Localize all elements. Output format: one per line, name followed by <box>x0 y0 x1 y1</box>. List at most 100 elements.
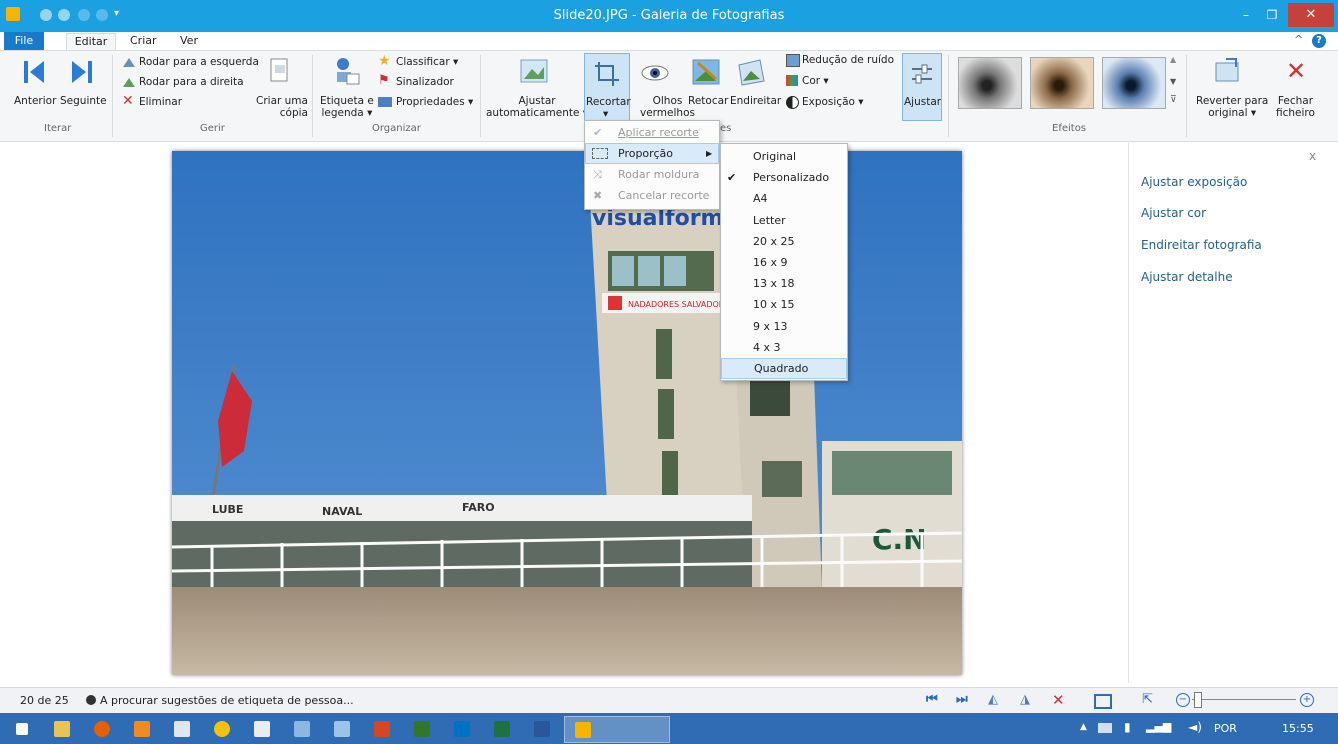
taskbar-firefox[interactable] <box>84 716 120 741</box>
proportion-item[interactable]: Quadrado <box>721 358 847 379</box>
crop-menu-item-proportion[interactable]: Proporção ▶ <box>585 143 719 164</box>
zoom-out-icon[interactable]: − <box>1176 693 1190 707</box>
proportion-item[interactable]: 20 x 25 <box>721 231 847 252</box>
tray-signal-icon[interactable]: ▂▄▆ <box>1146 720 1171 733</box>
adjust-button[interactable]: Ajustar <box>902 53 942 121</box>
adjust-detail-link[interactable]: Ajustar detalhe <box>1141 270 1233 284</box>
status-previous-icon[interactable]: ⏮ <box>926 692 938 707</box>
red-eye-label-2: vermelhos <box>640 107 695 119</box>
tag-caption-button[interactable]: Etiqueta e legenda ▾ <box>320 95 374 119</box>
help-icon[interactable]: ? <box>1312 34 1326 48</box>
close-button[interactable]: ✕ <box>1288 3 1334 27</box>
taskbar-presentation[interactable] <box>324 716 360 741</box>
minimize-button[interactable]: – <box>1236 6 1256 24</box>
rotate-left-button[interactable]: Rodar para a esquerda <box>139 55 259 69</box>
adjust-side-panel: x Ajustar exposição Ajustar cor Endireit… <box>1128 143 1338 683</box>
effects-more-icon[interactable]: ⊽ <box>1170 95 1177 105</box>
effects-scroll-up-icon[interactable]: ▲ <box>1170 55 1176 64</box>
collapse-ribbon-icon[interactable]: ^ <box>1294 33 1303 46</box>
retouch-button[interactable]: Retocar <box>688 95 728 107</box>
chrome-icon <box>214 721 230 737</box>
red-eye-button[interactable]: Olhos vermelhos <box>640 95 695 119</box>
proportion-item[interactable]: Letter <box>721 210 847 231</box>
adjust-exposure-link[interactable]: Ajustar exposição <box>1141 175 1247 189</box>
status-next-icon[interactable]: ⏭ <box>956 692 968 707</box>
check-icon: ✔ <box>727 171 737 185</box>
proportion-item[interactable]: 13 x 18 <box>721 273 847 294</box>
crop-button[interactable]: Recortar ▾ <box>584 53 631 121</box>
project-icon <box>414 721 430 737</box>
tray-volume-icon[interactable]: ◄) <box>1188 720 1202 734</box>
tray-expand-icon[interactable]: ▲ <box>1080 722 1087 732</box>
effects-scroll-down-icon[interactable]: ▼ <box>1170 77 1176 86</box>
side-panel-close-icon[interactable]: x <box>1309 149 1316 163</box>
taskbar-powerpoint[interactable] <box>364 716 400 741</box>
revert-button[interactable]: Reverter para original ▾ <box>1196 95 1268 119</box>
zoom-in-icon[interactable]: + <box>1300 693 1314 707</box>
status-bar: 20 de 25 A procurar sugestões de etiquet… <box>0 687 1338 714</box>
proportion-item[interactable]: Original <box>721 146 847 167</box>
crop-menu-item-rotate-frame[interactable]: ⤨ Rodar moldura <box>585 164 719 185</box>
proportion-item[interactable]: A4 <box>721 188 847 209</box>
taskbar-notes[interactable] <box>164 716 200 741</box>
crop-dropdown-icon[interactable]: ▾ <box>603 108 608 120</box>
taskbar-paint[interactable] <box>284 716 320 741</box>
taskbar-excel[interactable] <box>484 716 520 741</box>
effect-thumbnail-sepia[interactable] <box>1030 57 1094 109</box>
start-button[interactable] <box>4 716 40 741</box>
taskbar-outlook[interactable] <box>444 716 480 741</box>
adjust-color-link[interactable]: Ajustar cor <box>1141 206 1206 220</box>
status-delete-icon[interactable]: ✕ <box>1052 691 1065 709</box>
straighten-photo-link[interactable]: Endireitar fotografia <box>1141 238 1262 252</box>
restore-button[interactable]: ❐ <box>1262 6 1282 24</box>
straighten-button[interactable]: Endireitar <box>730 95 781 107</box>
status-message: A procurar sugestões de etiqueta de pess… <box>100 694 354 707</box>
taskbar-word[interactable] <box>524 716 560 741</box>
tag-caption-label-1: Etiqueta e <box>320 95 374 107</box>
color-button[interactable]: Cor ▾ <box>802 74 829 88</box>
tray-language[interactable]: POR <box>1214 722 1237 735</box>
crop-menu-item-cancel[interactable]: ✖ Cancelar recorte <box>585 185 719 206</box>
proportion-item[interactable]: 16 x 9 <box>721 252 847 273</box>
auto-adjust-button[interactable]: Ajustar automaticamente ▾ <box>486 95 588 119</box>
delete-button[interactable]: Eliminar <box>139 95 182 109</box>
slideshow-icon[interactable] <box>1094 694 1112 709</box>
taskbar-app[interactable] <box>244 716 280 741</box>
effect-thumbnail-bw[interactable] <box>958 57 1022 109</box>
proportion-item[interactable]: ✔ Personalizado <box>721 167 847 188</box>
flag-button[interactable]: Sinalizador <box>396 75 454 89</box>
taskbar-project[interactable] <box>404 716 440 741</box>
proportion-item-label: A4 <box>753 192 768 206</box>
tab-file[interactable]: File <box>4 32 44 50</box>
actual-size-icon[interactable]: ⇱ <box>1142 692 1153 707</box>
status-rotate-right-icon[interactable]: ◮ <box>1020 692 1030 707</box>
exposure-button[interactable]: Exposição ▾ <box>802 95 864 109</box>
rate-button[interactable]: Classificar ▾ <box>396 55 458 69</box>
taskbar-explorer[interactable] <box>44 716 80 741</box>
tray-network-icon[interactable]: ▮ <box>1124 720 1131 734</box>
effect-thumbnail-cyan[interactable] <box>1102 57 1166 109</box>
noise-reduction-button[interactable]: Redução de ruído <box>802 53 894 67</box>
previous-button[interactable]: Anterior <box>14 95 56 107</box>
proportion-item[interactable]: 10 x 15 <box>721 294 847 315</box>
taskbar-media[interactable] <box>124 716 160 741</box>
zoom-slider[interactable] <box>1192 699 1296 700</box>
status-rotate-left-icon[interactable]: ◭ <box>988 692 998 707</box>
tray-mail-icon[interactable] <box>1098 723 1112 733</box>
rotate-right-button[interactable]: Rodar para a direita <box>139 75 244 89</box>
next-button[interactable]: Seguinte <box>60 95 107 107</box>
tray-clock[interactable]: 15:55 <box>1282 722 1314 735</box>
tab-editar[interactable]: Editar <box>66 33 116 50</box>
tab-ver[interactable]: Ver <box>180 33 198 49</box>
crop-menu-item-apply[interactable]: ✔ Aplicar recorte <box>585 122 719 143</box>
properties-button[interactable]: Propriedades ▾ <box>396 95 473 109</box>
proportion-item[interactable]: 9 x 13 <box>721 316 847 337</box>
taskbar-chrome[interactable] <box>204 716 240 741</box>
document-icon <box>254 721 270 737</box>
taskbar-photo-gallery[interactable] <box>564 716 670 743</box>
zoom-slider-thumb[interactable] <box>1194 692 1202 708</box>
proportion-item[interactable]: 4 x 3 <box>721 337 847 358</box>
create-copy-button[interactable]: Criar uma cópia <box>256 95 308 119</box>
close-file-button[interactable]: Fechar ficheiro <box>1276 95 1315 119</box>
tab-criar[interactable]: Criar <box>130 33 157 49</box>
